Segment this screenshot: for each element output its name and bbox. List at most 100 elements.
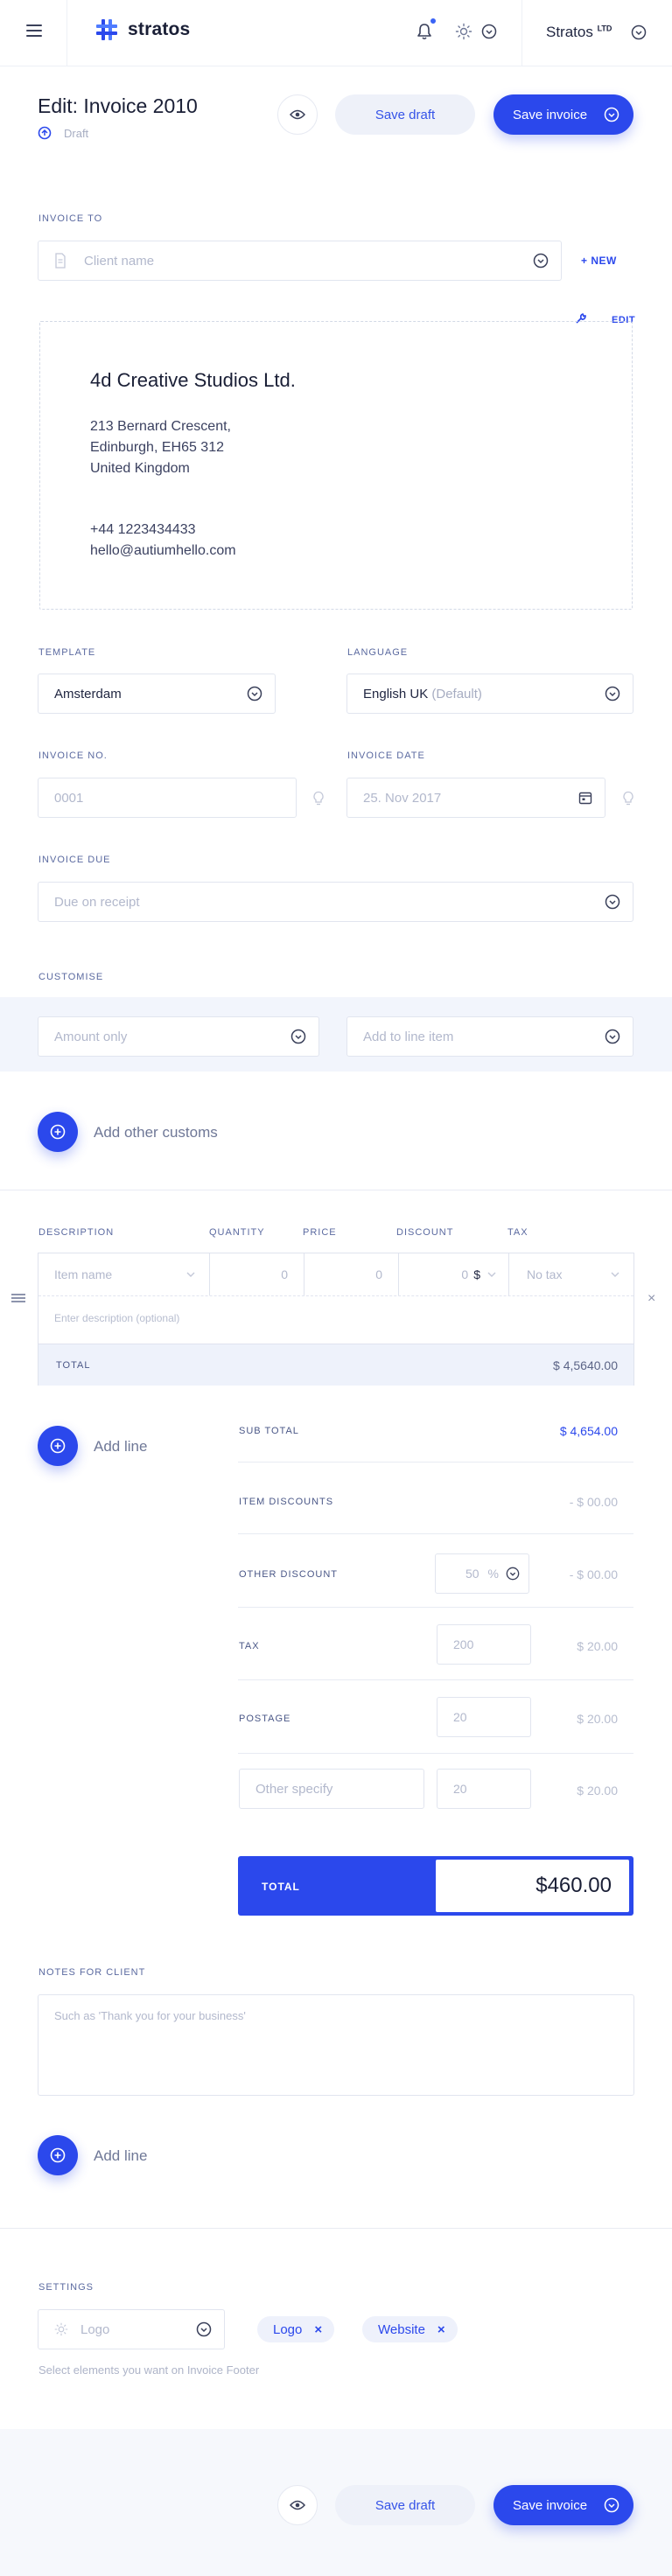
add-line-button[interactable]	[38, 1426, 78, 1466]
client-select[interactable]: Client name	[38, 241, 562, 281]
tax-input[interactable]: 200	[437, 1624, 531, 1665]
language-label: LANGUAGE	[347, 647, 409, 658]
lightbulb-icon[interactable]	[312, 791, 325, 806]
client-email: hello@autiumhello.com	[90, 543, 236, 558]
language-value: English UK (Default)	[363, 687, 605, 702]
invoice-date-value: 25. Nov 2017	[363, 790, 442, 806]
company-name: Stratos	[546, 24, 593, 40]
item-name-select[interactable]: Item name	[38, 1253, 210, 1295]
preview-button[interactable]	[277, 94, 318, 135]
other-discount-number: 50	[465, 1567, 480, 1581]
remove-tag-icon[interactable]: ×	[438, 2322, 445, 2337]
grand-total-value: $460.00	[436, 1860, 629, 1912]
add-note-line-button[interactable]	[38, 2135, 78, 2175]
column-header: TAX	[508, 1227, 528, 1238]
status-text: Draft	[64, 126, 89, 140]
chevron-down-icon	[186, 1272, 195, 1277]
add-note-line-label[interactable]: Add line	[94, 2147, 147, 2165]
other-discount-input[interactable]: 50 %	[435, 1553, 529, 1594]
save-invoice-button[interactable]: Save invoice	[494, 2485, 634, 2525]
postage-value: $ 20.00	[577, 1712, 618, 1726]
quantity-input[interactable]: 0	[210, 1253, 304, 1295]
postage-label: POSTAGE	[239, 1714, 291, 1724]
client-contact: +44 1223434433 hello@autiumhello.com	[90, 520, 236, 562]
sun-icon[interactable]	[455, 23, 472, 40]
invoice-no-input[interactable]: 0001	[38, 778, 297, 818]
notes-textarea[interactable]: Such as 'Thank you for your business'	[38, 1994, 634, 2096]
divider	[0, 2228, 672, 2229]
status-icon	[38, 126, 52, 140]
invoice-date-label: INVOICE DATE	[347, 750, 425, 761]
menu-icon[interactable]	[26, 24, 42, 37]
customise-select-2[interactable]: Add to line item	[346, 1016, 634, 1057]
client-name: 4d Creative Studios Ltd.	[90, 369, 296, 391]
tag-logo[interactable]: Logo ×	[257, 2316, 335, 2342]
save-draft-button[interactable]: Save draft	[335, 94, 475, 135]
invoice-no-label: INVOICE NO.	[38, 750, 108, 761]
divider	[238, 1607, 634, 1608]
template-select[interactable]: Amsterdam	[38, 674, 276, 714]
eye-icon	[290, 2500, 305, 2510]
tax-select[interactable]: No tax	[509, 1253, 634, 1295]
customise-placeholder-1: Amount only	[54, 1029, 128, 1044]
add-customs-button[interactable]	[38, 1112, 78, 1152]
subtotal-label: SUB TOTAL	[239, 1426, 299, 1436]
chevron-down-icon	[604, 107, 620, 122]
other-specify-input[interactable]: Other specify	[239, 1769, 424, 1809]
new-client-link[interactable]: + NEW	[581, 255, 617, 267]
chevron-down-icon	[605, 1029, 620, 1044]
notes-label: NOTES FOR CLIENT	[38, 1967, 146, 1978]
other-discount-value: - $ 00.00	[569, 1567, 618, 1581]
chevron-down-icon	[487, 1272, 496, 1277]
drag-handle-icon[interactable]	[11, 1294, 25, 1302]
chevron-down-icon[interactable]	[631, 24, 647, 40]
remove-line-icon[interactable]: ×	[648, 1291, 655, 1307]
language-default: (Default)	[431, 686, 482, 702]
column-header: PRICE	[303, 1227, 337, 1238]
preview-button[interactable]	[277, 2485, 318, 2525]
chevron-down-icon	[605, 686, 620, 702]
description-input[interactable]: Enter description (optional)	[54, 1312, 179, 1324]
save-draft-button[interactable]: Save draft	[335, 2485, 475, 2525]
brand-logo[interactable]: stratos	[94, 17, 190, 42]
remove-tag-icon[interactable]: ×	[314, 2322, 322, 2337]
chevron-down-icon[interactable]	[481, 24, 497, 39]
add-customs-label[interactable]: Add other customs	[94, 1124, 218, 1141]
postage-input[interactable]: 20	[437, 1697, 531, 1737]
address-line: 213 Bernard Crescent,	[90, 419, 231, 434]
calendar-icon[interactable]	[578, 791, 592, 805]
language-select[interactable]: English UK (Default)	[346, 674, 634, 714]
footer-hint: Select elements you want on Invoice Foot…	[38, 2363, 260, 2377]
document-icon	[55, 253, 66, 269]
invoice-date-input[interactable]: 25. Nov 2017	[346, 778, 606, 818]
customise-select-1[interactable]: Amount only	[38, 1016, 319, 1057]
other-amount-input[interactable]: 20	[437, 1769, 531, 1809]
bell-icon[interactable]	[416, 23, 432, 40]
chevron-down-icon	[506, 1567, 520, 1581]
divider	[238, 1462, 634, 1463]
lightbulb-icon[interactable]	[622, 791, 634, 806]
footer-element-select[interactable]: Logo	[38, 2309, 225, 2349]
invoice-due-select[interactable]: Due on receipt	[38, 882, 634, 922]
tax-value: $ 20.00	[577, 1639, 618, 1653]
price-input[interactable]: 0	[304, 1253, 399, 1295]
template-value: Amsterdam	[54, 686, 122, 702]
tag-website[interactable]: Website ×	[362, 2316, 458, 2342]
notification-dot	[429, 17, 438, 25]
page-title: Edit: Invoice 2010	[38, 94, 198, 117]
line-total-label: TOTAL	[56, 1359, 91, 1371]
add-line-label[interactable]: Add line	[94, 1438, 147, 1456]
discount-input[interactable]: 0 $	[399, 1253, 509, 1295]
divider	[238, 1679, 634, 1680]
top-bar: stratos Stratos LTD	[0, 0, 672, 66]
chevron-down-icon	[533, 253, 549, 269]
company-switcher[interactable]: Stratos LTD	[546, 24, 612, 41]
save-invoice-button[interactable]: Save invoice	[494, 94, 634, 135]
plus-circle-icon	[50, 1438, 66, 1454]
grand-total: TOTAL $460.00	[238, 1856, 634, 1916]
discount-unit: $	[473, 1267, 480, 1281]
chevron-down-icon	[611, 1272, 620, 1277]
invoice-to-label: INVOICE TO	[38, 213, 103, 224]
divider	[238, 1533, 634, 1534]
column-header: QUANTITY	[209, 1227, 265, 1238]
